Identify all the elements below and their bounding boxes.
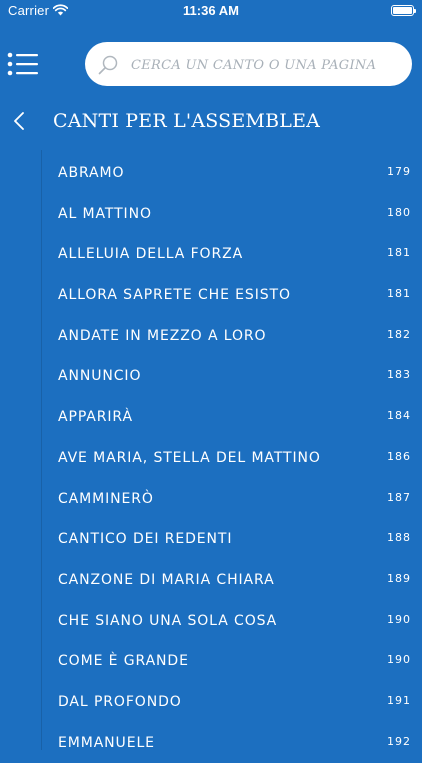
song-title: APPARIRÀ	[58, 409, 133, 426]
search-bar[interactable]	[85, 42, 412, 86]
search-input[interactable]	[129, 50, 403, 80]
song-title: AL MATTINO	[58, 205, 152, 222]
song-page-number: 181	[387, 246, 411, 260]
song-page-number: 188	[387, 531, 411, 545]
song-title: ABRAMO	[58, 165, 125, 181]
song-row[interactable]: ABRAMO 179	[42, 153, 422, 194]
song-page-number: 191	[387, 693, 411, 707]
clock: 11:36 AM	[183, 3, 239, 18]
song-page-number: 180	[387, 205, 411, 219]
song-row[interactable]: CAMMINERÒ 187	[42, 479, 422, 520]
status-bar: Carrier 11:36 AM	[0, 0, 422, 22]
song-title: ALLELUIA DELLA FORZA	[58, 246, 244, 263]
song-row[interactable]: CHE SIANO UNA SOLA COSA 190	[42, 601, 422, 642]
song-title: COME È GRANDE	[58, 653, 189, 670]
search-icon	[98, 55, 118, 75]
song-row[interactable]: AVE MARIA, STELLA DEL MATTINO 186	[42, 438, 422, 479]
song-row[interactable]: COME È GRANDE 190	[42, 641, 422, 682]
song-page-number: 190	[387, 612, 411, 626]
song-row[interactable]: EMMANUELE 192	[42, 723, 422, 763]
song-row[interactable]: ANDATE IN MEZZO A LORO 182	[42, 316, 422, 357]
song-page-number: 181	[387, 287, 411, 301]
hamburger-menu-icon[interactable]	[6, 50, 40, 80]
song-row[interactable]: CANZONE DI MARIA CHIARA 189	[42, 560, 422, 601]
song-page-number: 184	[387, 409, 411, 423]
song-row[interactable]: APPARIRÀ 184	[42, 397, 422, 438]
song-title: CAMMINERÒ	[58, 490, 154, 507]
song-row[interactable]: AL MATTINO 180	[42, 194, 422, 235]
song-page-number: 182	[387, 327, 411, 341]
battery-icon	[391, 5, 416, 16]
song-title: ANNUNCIO	[58, 368, 142, 385]
song-title: ALLORA SAPRETE CHE ESISTO	[58, 287, 291, 304]
chevron-left-icon[interactable]	[11, 110, 29, 132]
song-list: ABRAMO 179 AL MATTINO 180 ALLELUIA DELLA F…	[42, 153, 422, 763]
song-title: CANTICO DEI REDENTI	[58, 531, 233, 548]
song-row[interactable]: ALLORA SAPRETE CHE ESISTO 181	[42, 275, 422, 316]
song-row[interactable]: CANTICO DEI REDENTI 188	[42, 519, 422, 560]
song-row[interactable]: ALLELUIA DELLA FORZA 181	[42, 234, 422, 275]
song-title: DAL PROFONDO	[58, 693, 182, 710]
song-page-number: 187	[387, 490, 411, 504]
song-page-number: 190	[387, 653, 411, 667]
song-title: CANZONE DI MARIA CHIARA	[58, 571, 275, 588]
page-title: CANTI PER L'ASSEMBLEA	[53, 110, 321, 132]
song-row[interactable]: ANNUNCIO 183	[42, 356, 422, 397]
song-title: CHE SIANO UNA SOLA COSA	[58, 612, 278, 629]
song-page-number: 183	[387, 368, 411, 382]
song-page-number: 189	[387, 571, 411, 585]
song-page-number: 186	[387, 449, 411, 463]
song-page-number: 179	[387, 165, 411, 178]
song-title: EMMANUELE	[58, 734, 155, 751]
song-title: ANDATE IN MEZZO A LORO	[58, 327, 267, 344]
song-row[interactable]: DAL PROFONDO 191	[42, 682, 422, 723]
song-title: AVE MARIA, STELLA DEL MATTINO	[58, 449, 321, 466]
song-page-number: 192	[387, 734, 411, 748]
